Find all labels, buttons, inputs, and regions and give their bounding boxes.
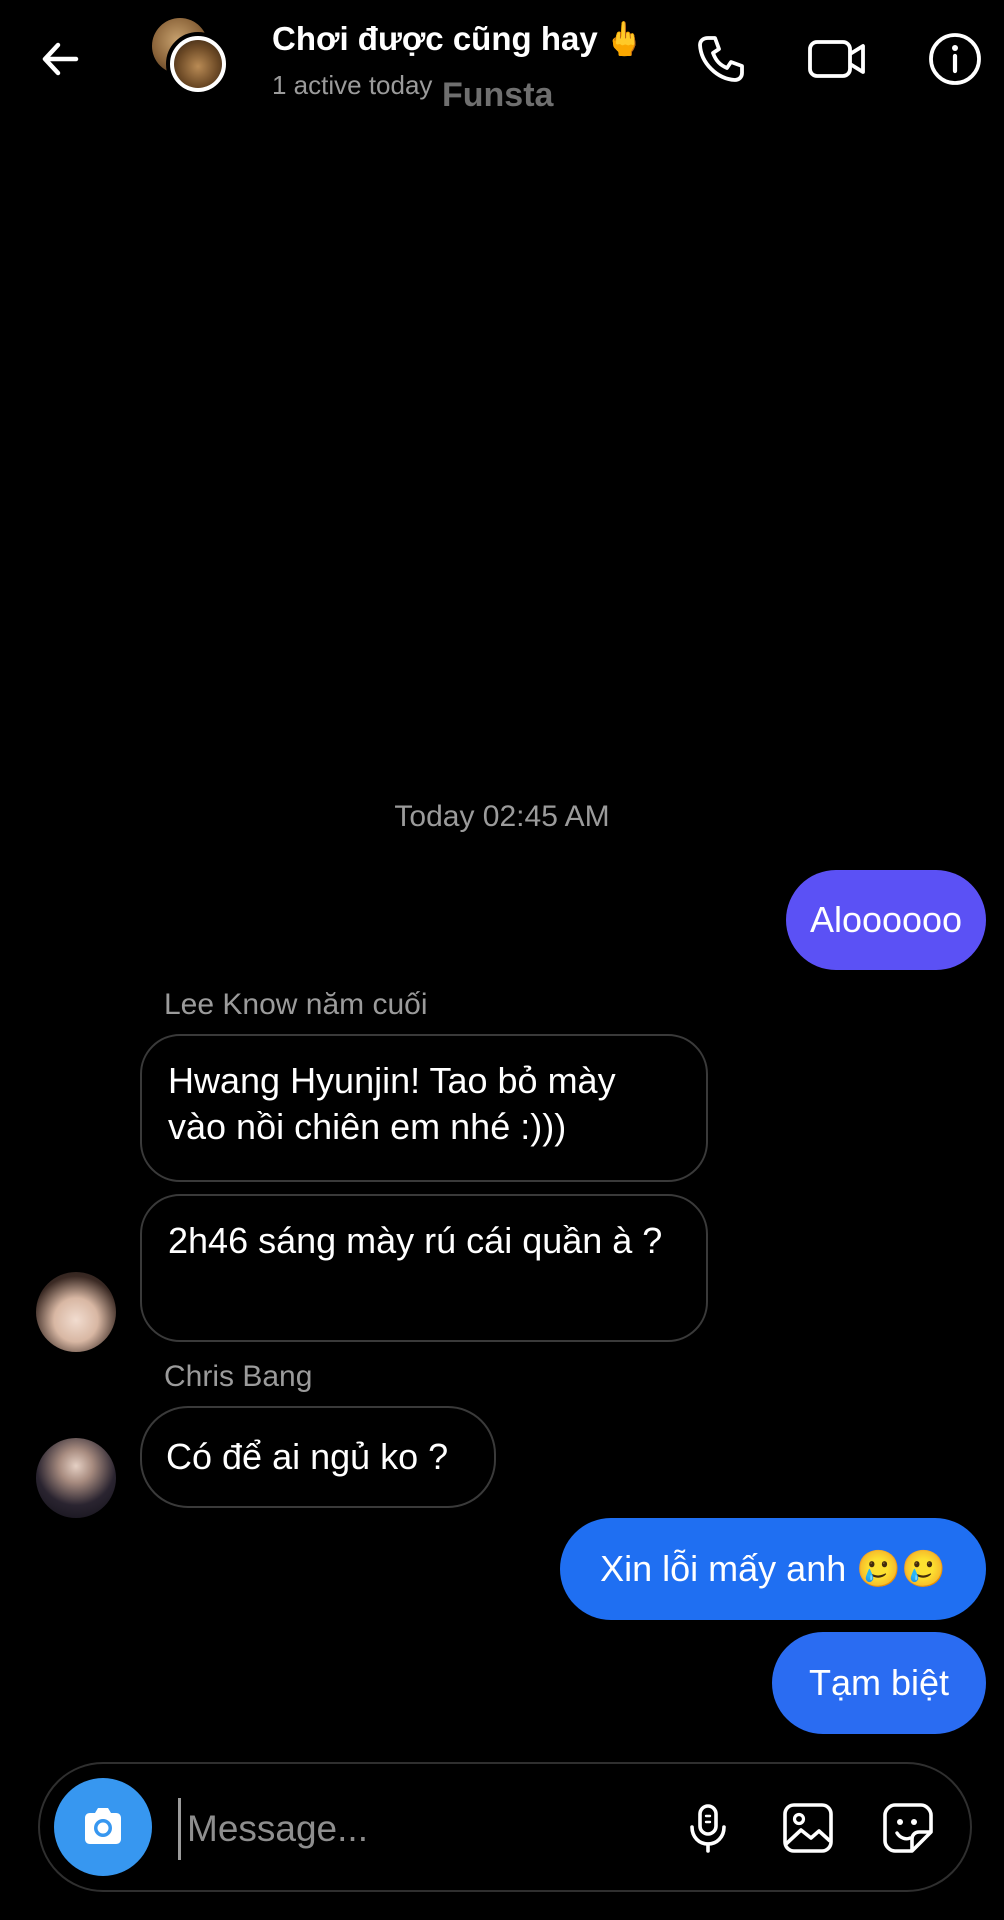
thread-timestamp: Today 02:45 AM [394,800,610,833]
message-text: Có để ai ngủ ko ? [166,1436,449,1477]
incoming-message[interactable]: 2h46 sáng mày rú cái quần à ? [140,1194,708,1342]
app-watermark: Funsta [442,76,554,114]
chat-screen: Chơi được cũng hay 🖕 1 active today Funst… [0,0,1004,1920]
outgoing-message[interactable]: Xin lỗi mấy anh 🥲🥲 [560,1518,986,1620]
incoming-message[interactable]: Có để ai ngủ ko ? [140,1406,496,1508]
group-title-text: Chơi được cũng hay [272,20,598,57]
outgoing-message[interactable]: Aloooooo [786,870,986,970]
group-title[interactable]: Chơi được cũng hay 🖕 [272,20,645,59]
group-avatar[interactable] [152,18,242,102]
message-text: Aloooooo [809,899,963,940]
phone-icon[interactable] [692,30,750,88]
chat-header: Chơi được cũng hay 🖕 1 active today Funst… [0,0,1004,120]
message-text: 2h46 sáng mày rú cái quần à ? [168,1220,663,1261]
camera-icon [85,1808,121,1844]
message-text: Xin lỗi mấy anh 🥲🥲 [600,1548,946,1589]
gallery-icon[interactable] [780,1800,836,1856]
camera-button[interactable] [54,1778,152,1876]
group-avatar-primary [166,32,230,96]
sender-name-lee-know: Lee Know năm cuối [164,988,428,1021]
message-text: Hwang Hyunjin! Tao bỏ mày vào nồi chiên … [168,1060,616,1147]
title-emoji: 🖕 [603,20,645,57]
avatar-lee-know[interactable] [36,1272,116,1352]
message-text: Tạm biệt [808,1662,950,1703]
active-status: 1 active today [272,70,433,100]
video-camera-icon[interactable] [806,30,865,88]
outgoing-message[interactable]: Tạm biệt [772,1632,986,1734]
back-arrow-icon[interactable] [36,34,86,84]
info-icon[interactable] [926,30,984,88]
sender-name-chris-bang: Chris Bang [164,1360,313,1393]
avatar-chris-bang[interactable] [36,1438,116,1518]
sticker-icon[interactable] [880,1800,936,1856]
incoming-message[interactable]: Hwang Hyunjin! Tao bỏ mày vào nồi chiên … [140,1034,708,1182]
microphone-icon[interactable] [680,1800,736,1856]
message-composer [38,1762,972,1892]
message-input[interactable] [178,1798,549,1860]
